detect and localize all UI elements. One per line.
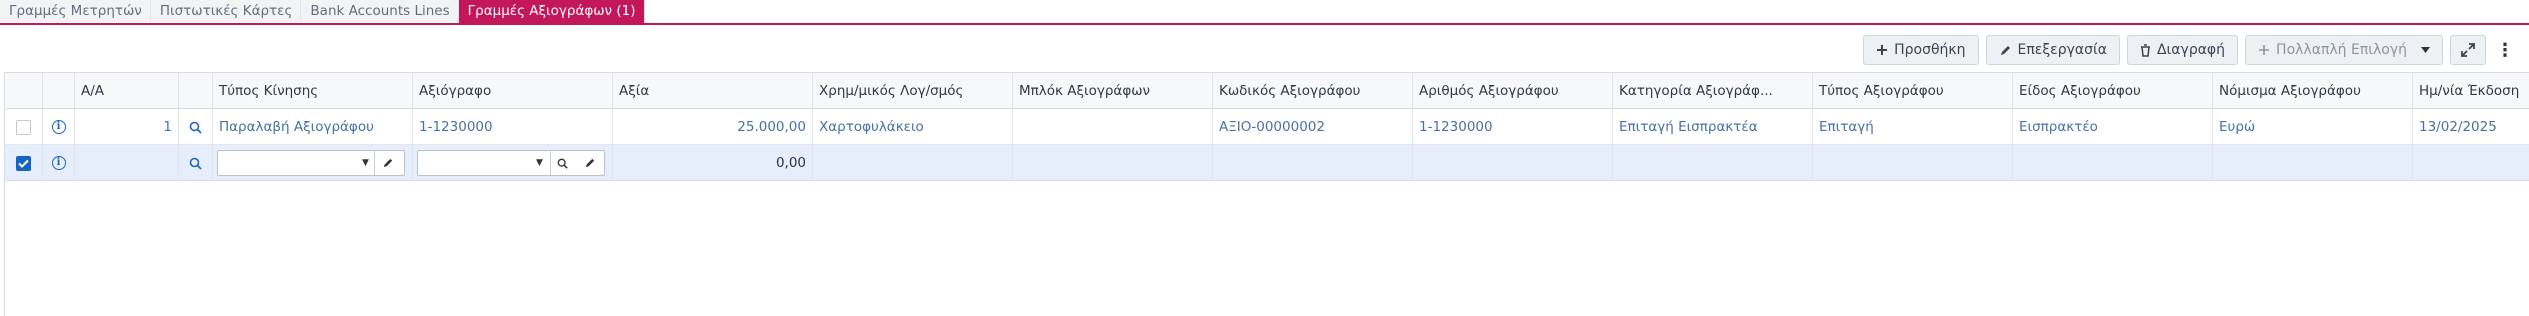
column-header-issue-date[interactable]: Ημ/νία Έκδοση <box>2413 73 2529 109</box>
cell-empty[interactable] <box>2013 145 2213 181</box>
edit-button-label: Επεξεργασία <box>2017 42 2107 58</box>
document-select[interactable]: ▼ <box>417 150 605 176</box>
cell-empty[interactable] <box>1813 145 2013 181</box>
column-header-aa[interactable]: Α/Α <box>75 73 179 109</box>
caret-down-icon <box>2421 47 2430 53</box>
cell-movement-type-editor: ▼ <box>213 145 413 181</box>
cell-currency: Ευρώ <box>2213 109 2413 145</box>
movement-type-select[interactable]: ▼ <box>217 150 405 176</box>
multi-select-label: Πολλαπλή Επιλογή <box>2276 42 2407 58</box>
tab-meter-lines[interactable]: Γραμμές Μετρητών <box>0 0 151 22</box>
column-header-movement-type[interactable]: Τύπος Κίνησης <box>213 73 413 109</box>
pencil-icon[interactable] <box>584 157 596 169</box>
caret-down-icon[interactable]: ▼ <box>536 158 543 168</box>
tab-credit-cards[interactable]: Πιστωτικές Κάρτες <box>150 0 302 22</box>
cell-empty[interactable] <box>1013 145 1213 181</box>
cell-empty[interactable] <box>1413 145 1613 181</box>
column-header-document[interactable]: Αξιόγραφο <box>413 73 613 109</box>
info-icon[interactable]: i <box>51 120 66 134</box>
row-checkbox[interactable] <box>16 119 31 135</box>
row-search-cell[interactable] <box>179 109 213 145</box>
edit-button[interactable]: Επεξεργασία <box>1985 35 2120 65</box>
cell-empty[interactable] <box>813 145 1013 181</box>
row-info-cell[interactable]: i <box>43 109 75 145</box>
column-header-value[interactable]: Αξία <box>613 73 813 109</box>
tab-document-lines[interactable]: Γραμμές Αξιογράφων (1) <box>458 0 645 23</box>
cell-issue-date: 13/02/2025 <box>2413 109 2529 145</box>
cell-category: Επιταγή Εισπρακτέα <box>1613 109 1813 145</box>
editor-divider <box>550 151 551 175</box>
search-icon[interactable] <box>557 158 568 169</box>
header-search-cell <box>179 73 213 109</box>
grid-toolbar: Προσθήκη Επεξεργασία Διαγραφή Πολλαπλή Ε… <box>1863 35 2517 65</box>
row-select-cell[interactable] <box>5 145 43 181</box>
search-icon[interactable] <box>189 121 202 134</box>
cell-document: 1-1230000 <box>413 109 613 145</box>
add-button[interactable]: Προσθήκη <box>1863 35 1979 65</box>
cell-empty[interactable] <box>1213 145 1413 181</box>
cell-movement-type: Παραλαβή Αξιογράφου <box>213 109 413 145</box>
editor-divider <box>374 151 375 175</box>
column-header-category[interactable]: Κατηγορία Αξιογράφ... <box>1613 73 1813 109</box>
trash-icon <box>2140 43 2151 57</box>
plus-icon <box>1876 44 1888 56</box>
cell-empty[interactable] <box>2413 145 2529 181</box>
cell-doc-type: Επιταγή <box>1813 109 2013 145</box>
tab-bank-accounts-lines[interactable]: Bank Accounts Lines <box>301 0 459 22</box>
expand-icon <box>2461 43 2475 57</box>
new-row[interactable]: i ▼ ▼ 0,00 <box>5 145 2529 181</box>
cell-value-new[interactable]: 0,00 <box>613 145 813 181</box>
cell-empty[interactable] <box>1613 145 1813 181</box>
add-button-label: Προσθήκη <box>1894 42 1966 58</box>
row-search-cell[interactable] <box>179 145 213 181</box>
cell-aa: 1 <box>75 109 179 145</box>
cell-empty[interactable] <box>2213 145 2413 181</box>
delete-button[interactable]: Διαγραφή <box>2126 35 2239 65</box>
caret-down-icon[interactable]: ▼ <box>362 158 369 168</box>
column-header-code[interactable]: Κωδικός Αξιογράφου <box>1213 73 1413 109</box>
tab-bar: Γραμμές Μετρητών Πιστωτικές Κάρτες Bank … <box>0 0 645 23</box>
cell-number: 1-1230000 <box>1413 109 1613 145</box>
header-select-cell <box>5 73 43 109</box>
column-header-kind[interactable]: Είδος Αξιογράφου <box>2013 73 2213 109</box>
cell-kind: Εισπρακτέο <box>2013 109 2213 145</box>
column-header-currency[interactable]: Νόμισμα Αξιογράφου <box>2213 73 2413 109</box>
info-icon[interactable]: i <box>51 156 66 170</box>
column-header-account[interactable]: Χρημ/μικός Λογ/σμός <box>813 73 1013 109</box>
cell-aa-empty <box>75 145 179 181</box>
search-icon[interactable] <box>189 157 202 170</box>
cell-value: 25.000,00 <box>613 109 813 145</box>
table-row[interactable]: i 1 Παραλαβή Αξιογράφου 1-1230000 25.000… <box>5 109 2529 145</box>
column-header-doc-type[interactable]: Τύπος Αξιογράφου <box>1813 73 2013 109</box>
tab-underline <box>0 23 2529 25</box>
pencil-icon <box>1999 44 2012 57</box>
documents-grid: Α/Α Τύπος Κίνησης Αξιόγραφο Αξία Χρημ/μι… <box>4 72 2529 316</box>
header-info-cell <box>43 73 75 109</box>
cell-account: Χαρτοφυλάκειο <box>813 109 1013 145</box>
row-info-cell[interactable]: i <box>43 145 75 181</box>
column-header-number[interactable]: Αριθμός Αξιογράφου <box>1413 73 1613 109</box>
grid-header-row: Α/Α Τύπος Κίνησης Αξιόγραφο Αξία Χρημ/μι… <box>5 73 2529 109</box>
cell-block <box>1013 109 1213 145</box>
cell-document-editor: ▼ <box>413 145 613 181</box>
pencil-icon[interactable] <box>382 157 394 169</box>
more-options-icon[interactable]: ⋮ <box>2493 35 2517 65</box>
column-header-block[interactable]: Μπλόκ Αξιογράφων <box>1013 73 1213 109</box>
multi-select-button[interactable]: Πολλαπλή Επιλογή <box>2245 35 2443 65</box>
row-select-cell[interactable] <box>5 109 43 145</box>
delete-button-label: Διαγραφή <box>2156 42 2226 58</box>
expand-button[interactable] <box>2450 35 2486 65</box>
cell-code: ΑΞΙΟ-00000002 <box>1213 109 1413 145</box>
plus-icon <box>2258 44 2270 56</box>
row-checkbox-checked[interactable] <box>16 155 31 171</box>
